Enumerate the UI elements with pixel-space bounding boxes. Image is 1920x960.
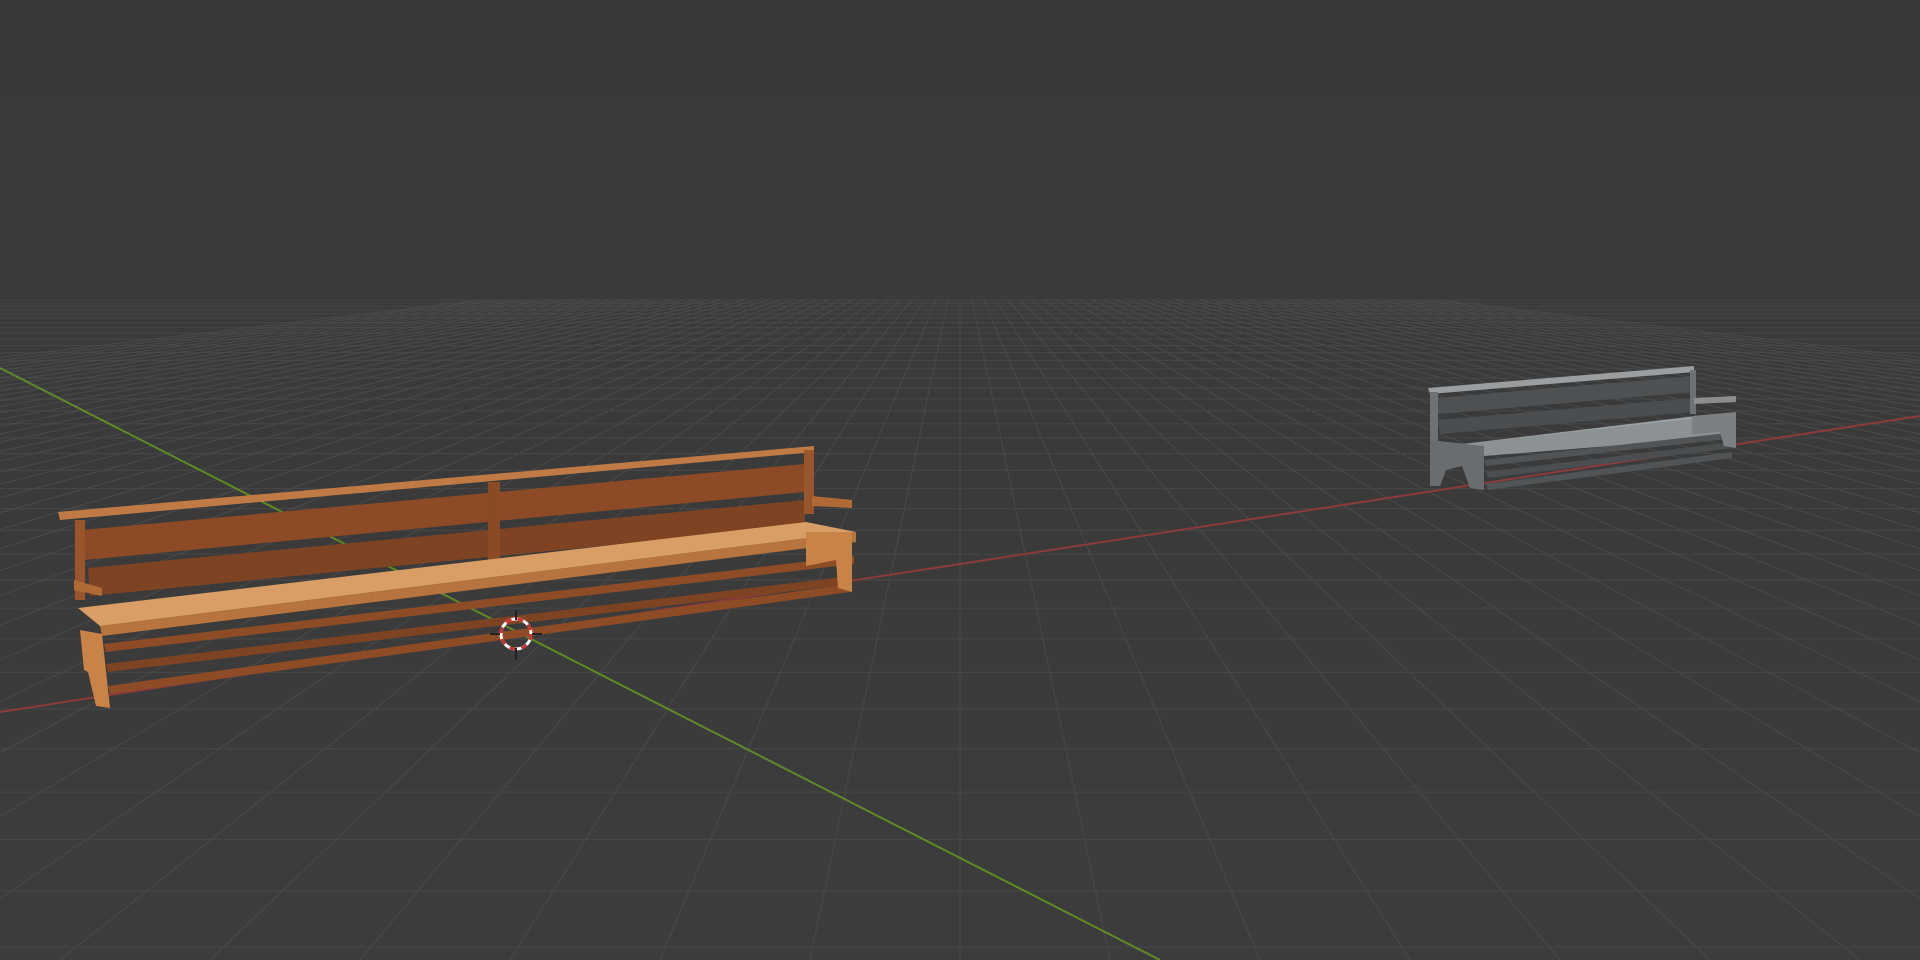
bench-armrest-right — [812, 496, 852, 508]
viewport-canvas[interactable] — [0, 0, 1920, 960]
grey-bench-leg-left — [1430, 440, 1484, 490]
bench-rail-middle — [106, 576, 852, 672]
grey-bench-backrest-post-left — [1430, 392, 1438, 442]
3d-viewport[interactable] — [0, 0, 1920, 960]
bench-leg-left — [80, 630, 110, 708]
grey-bench-backrest-post-right — [1690, 370, 1696, 414]
wooden-bench[interactable] — [58, 446, 856, 708]
bench-backrest-post-center — [488, 482, 500, 562]
